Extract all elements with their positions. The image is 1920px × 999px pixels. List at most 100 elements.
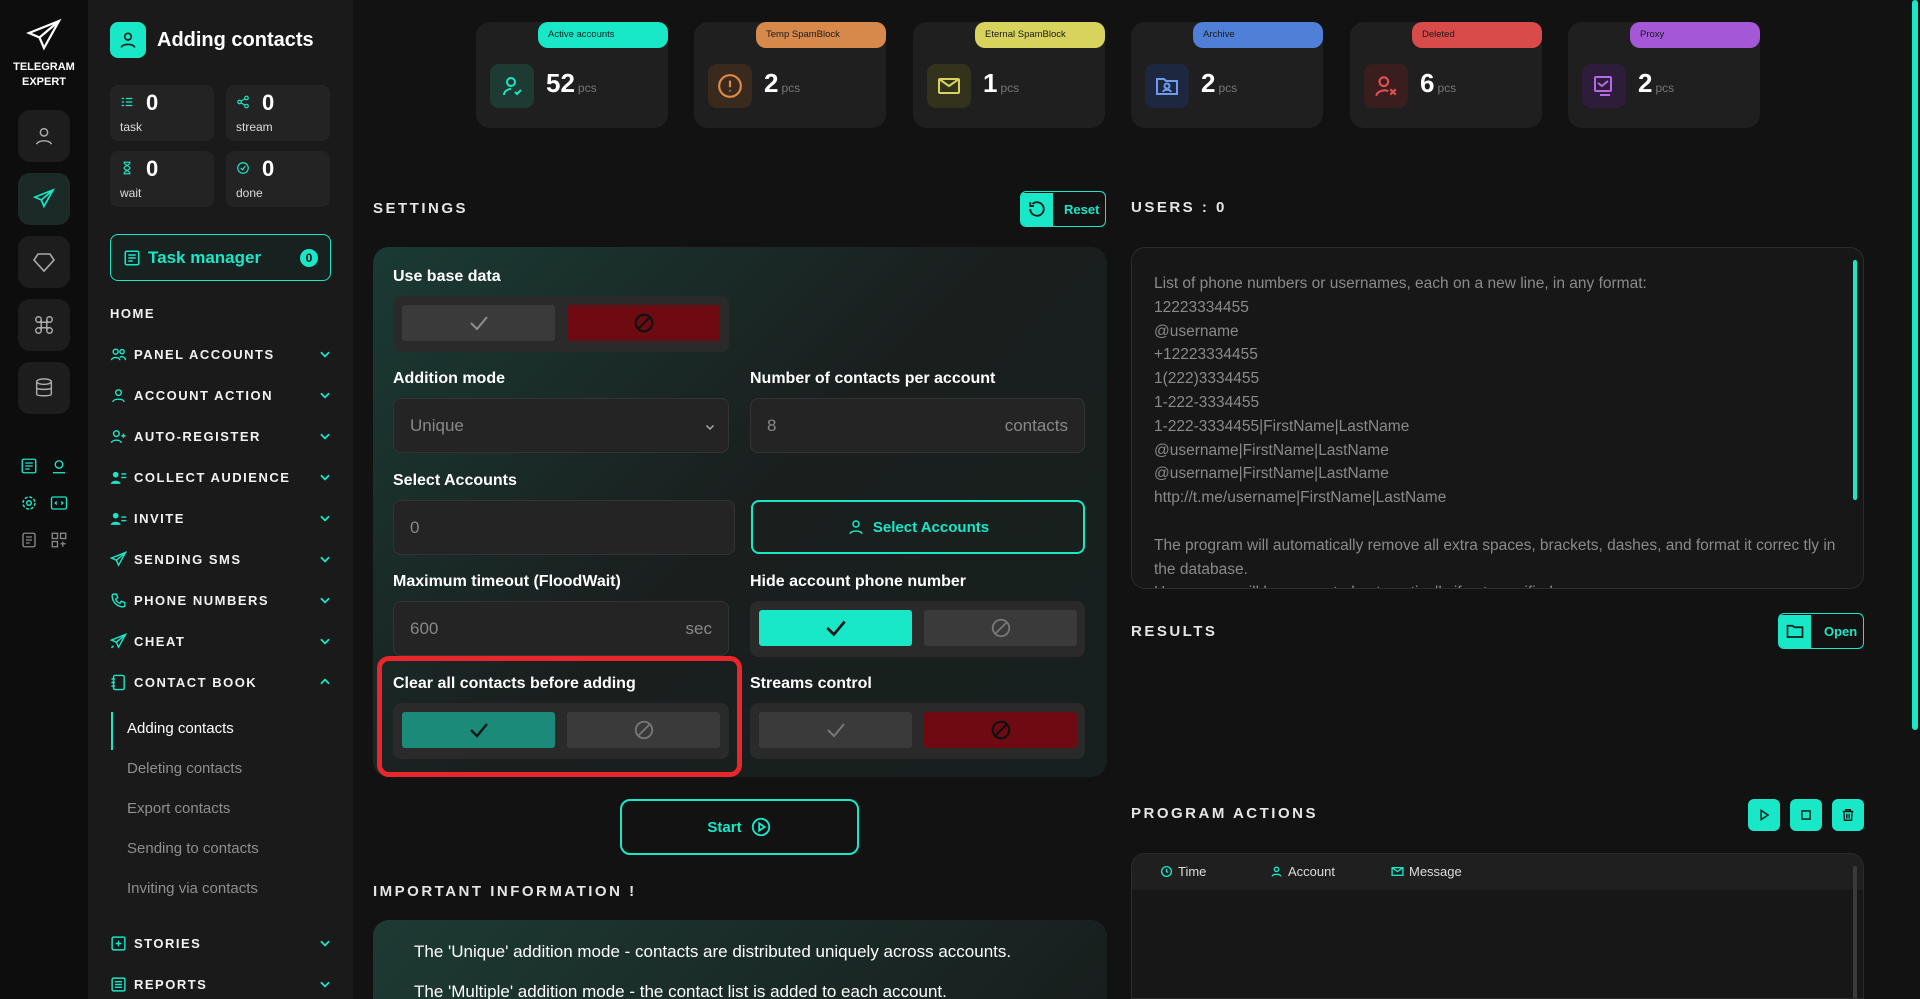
check-icon	[825, 620, 846, 637]
sec-unit: sec	[685, 618, 712, 638]
rail-command-button[interactable]	[18, 299, 70, 351]
rail-profile-button[interactable]	[18, 110, 70, 162]
nav-panel-accounts-label: PANEL ACCOUNTS	[134, 346, 275, 362]
card-archive[interactable]: Archive 2 pcs	[1131, 22, 1323, 128]
contact-book-icon	[110, 674, 127, 691]
card-deleted[interactable]: Deleted 6 pcs	[1350, 22, 1542, 128]
card-active-accounts[interactable]: Active accounts 52 pcs	[476, 22, 668, 128]
rail-telegram-button[interactable]	[18, 173, 70, 225]
stop-button[interactable]	[1790, 799, 1822, 831]
user-plus-icon	[110, 428, 127, 445]
hide-phone-label: Hide account phone number	[750, 573, 967, 590]
nav-sending-sms[interactable]: SENDING SMS	[110, 546, 332, 572]
rail-list-button[interactable]	[18, 455, 40, 477]
use-base-data-yes-button[interactable]	[402, 305, 555, 341]
database-icon	[35, 378, 53, 397]
rail-grid-button[interactable]	[48, 529, 70, 551]
hide-phone-yes-button[interactable]	[759, 610, 912, 646]
use-base-data-no-button[interactable]	[567, 305, 720, 341]
reset-label: Reset	[1064, 201, 1100, 217]
nav-cheat[interactable]: CHEAT	[110, 628, 332, 654]
nav-account-action[interactable]: ACCOUNT ACTION	[110, 382, 332, 408]
nav-collect-audience[interactable]: COLLECT AUDIENCE	[110, 464, 332, 490]
user-invite-icon	[110, 510, 127, 527]
submenu-adding-contacts[interactable]: Adding contacts	[127, 720, 234, 737]
clear-log-button[interactable]	[1832, 799, 1864, 831]
hide-phone-no-button[interactable]	[924, 610, 1077, 646]
submenu-export-contacts[interactable]: Export contacts	[127, 800, 230, 817]
nav-phone-numbers-label: PHONE NUMBERS	[134, 592, 270, 608]
card-eternal-spamblock-label: Eternal SpamBlock	[975, 22, 1105, 48]
rail-diamond-button[interactable]	[18, 236, 70, 288]
nav-cheat-label: CHEAT	[134, 633, 186, 649]
users-scrollbar[interactable]	[1853, 260, 1857, 500]
rail-location-button[interactable]	[48, 455, 70, 477]
nav-phone-numbers[interactable]: PHONE NUMBERS	[110, 587, 332, 613]
nav-invite[interactable]: INVITE	[110, 505, 332, 531]
submenu-sending-to-contacts[interactable]: Sending to contacts	[127, 840, 259, 857]
streams-control-yes-button[interactable]	[759, 712, 912, 748]
card-temp-spamblock[interactable]: Temp SpamBlock 2 pcs	[694, 22, 886, 128]
select-accounts-input[interactable]: 0	[393, 500, 735, 555]
submenu-deleting-contacts[interactable]: Deleting contacts	[127, 760, 242, 777]
open-results-button[interactable]: Open	[1778, 613, 1864, 649]
active-submenu-indicator	[111, 712, 113, 750]
log-scrollbar[interactable]	[1853, 866, 1857, 998]
stat-stream-label: stream	[236, 120, 273, 134]
important-info-panel: The 'Unique' addition mode - contacts ar…	[373, 920, 1107, 999]
chevron-down-icon	[320, 474, 330, 481]
card-temp-spamblock-label: Temp SpamBlock	[756, 22, 886, 48]
start-button[interactable]: Start	[620, 799, 859, 855]
task-manager-button[interactable]: Task manager 0	[110, 234, 331, 281]
log-col-time: Time	[1160, 864, 1206, 879]
rail-code-button[interactable]	[48, 492, 70, 514]
user-icon	[110, 387, 127, 404]
chevron-down-icon	[320, 940, 330, 947]
users-textarea[interactable]: List of phone numbers or usernames, each…	[1131, 247, 1864, 589]
log-col-account: Account	[1270, 864, 1335, 879]
grid-icon	[51, 532, 67, 548]
select-accounts-button[interactable]: Select Accounts	[751, 500, 1085, 554]
nav-contact-book[interactable]: CONTACT BOOK	[110, 669, 332, 695]
reset-button[interactable]: Reset	[1020, 191, 1106, 227]
submenu-inviting-via-contacts[interactable]: Inviting via contacts	[127, 880, 258, 897]
nav-stories[interactable]: STORIES	[110, 930, 332, 956]
location-icon	[53, 460, 65, 474]
stat-task-value: 0	[146, 90, 159, 115]
play-icon	[1760, 808, 1770, 822]
important-line-1: The 'Unique' addition mode - contacts ar…	[414, 942, 1012, 961]
streams-control-no-button[interactable]	[924, 712, 1077, 748]
nav-home-label: HOME	[110, 305, 155, 321]
max-timeout-label: Maximum timeout (FloodWait)	[393, 573, 621, 590]
nav-panel-accounts[interactable]: PANEL ACCOUNTS	[110, 341, 332, 367]
clock-icon	[1160, 865, 1173, 878]
hourglass-icon	[123, 161, 131, 175]
rail-settings-button[interactable]	[18, 492, 40, 514]
send-icon	[110, 550, 127, 568]
rail-database-button[interactable]	[18, 362, 70, 414]
mail-icon	[1391, 867, 1404, 876]
logo-line-1: TELEGRAM	[13, 61, 75, 73]
contacts-per-account-input[interactable]: 8 contacts	[750, 398, 1085, 453]
log-header: Time Account Message	[1132, 854, 1863, 890]
card-eternal-spamblock[interactable]: Eternal SpamBlock 1 pcs	[913, 22, 1105, 128]
nav-home[interactable]: HOME	[110, 300, 332, 326]
chevron-up-icon	[320, 678, 330, 685]
page-scrollbar[interactable]	[1912, 0, 1918, 730]
stat-task: 0 task	[110, 85, 214, 141]
page-header: Adding contacts	[110, 22, 314, 58]
play-button[interactable]	[1748, 799, 1780, 831]
paper-plane-logo-icon	[26, 18, 62, 51]
nav-auto-register[interactable]: AUTO-REGISTER	[110, 423, 332, 449]
card-proxy[interactable]: Proxy 2 pcs	[1568, 22, 1760, 128]
card-temp-spamblock-value: 2 pcs	[764, 68, 801, 98]
code-window-icon	[50, 496, 68, 510]
log-col-message: Message	[1391, 864, 1462, 879]
max-timeout-input[interactable]: 600 sec	[393, 601, 729, 656]
stat-wait-value: 0	[146, 156, 159, 181]
rail-document-button[interactable]	[18, 529, 40, 551]
use-base-data-toggle	[393, 296, 729, 352]
chevron-down-icon	[320, 981, 330, 988]
nav-reports[interactable]: REPORTS	[110, 971, 332, 997]
addition-mode-select[interactable]: Unique	[393, 398, 729, 453]
